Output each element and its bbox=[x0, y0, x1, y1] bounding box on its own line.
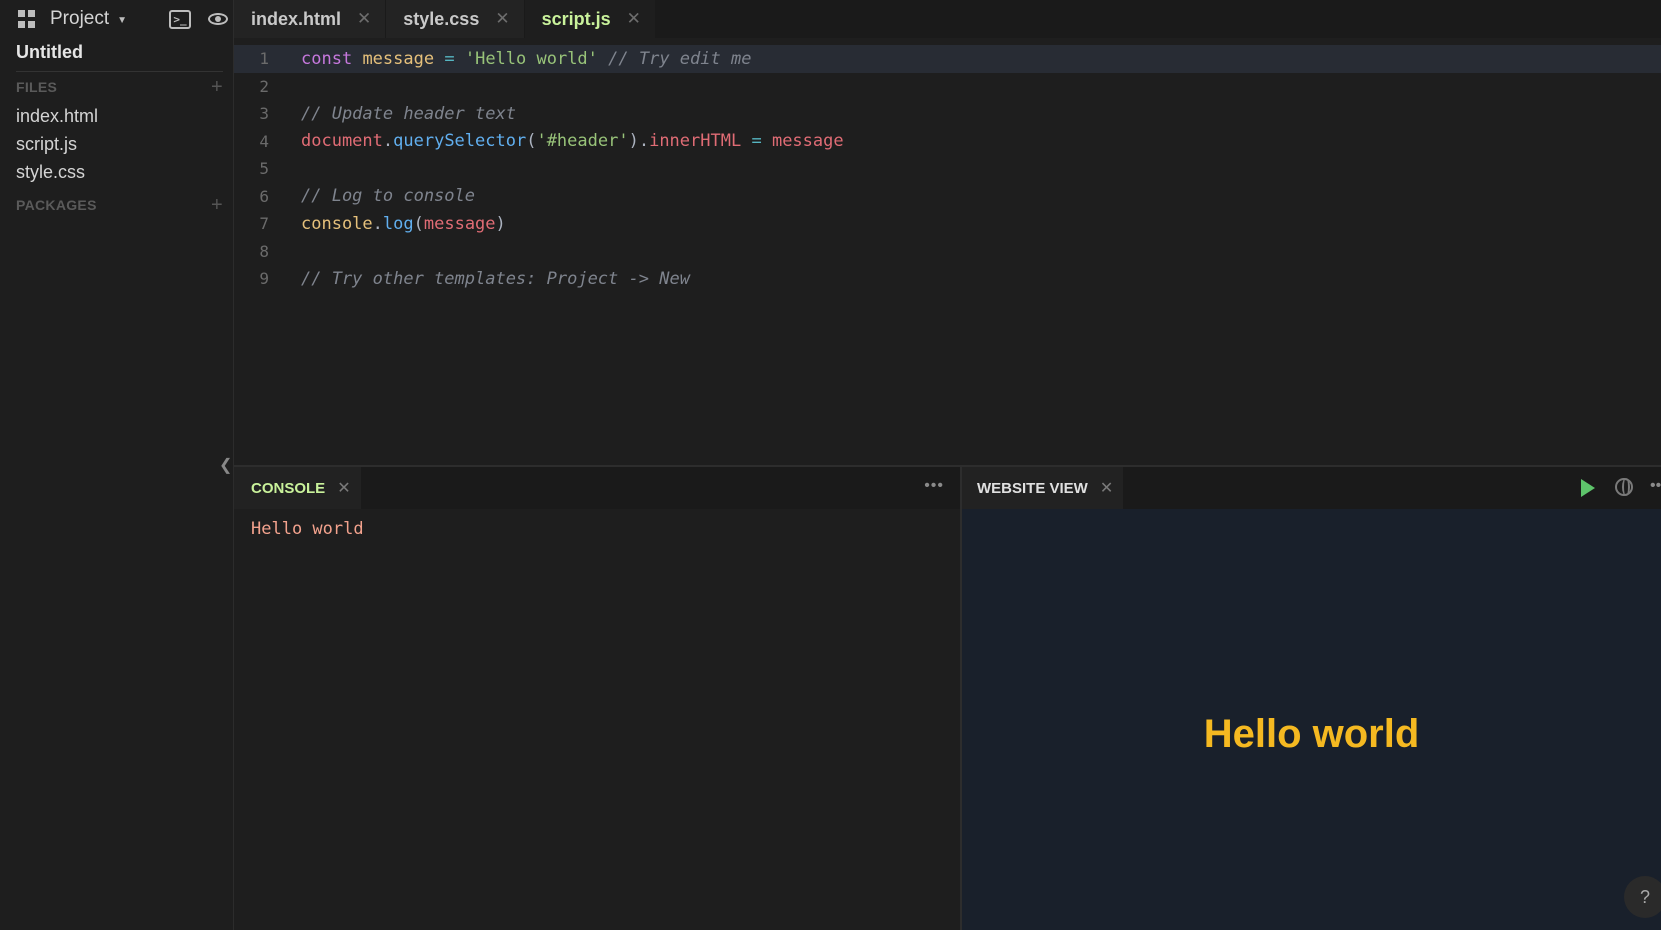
tab-script-js[interactable]: script.js ✕ bbox=[524, 0, 656, 38]
sidebar-toolbar: Project ▼ >_ bbox=[0, 0, 233, 38]
code-text: const message = 'Hello world' // Try edi… bbox=[301, 49, 751, 69]
add-package-icon[interactable]: + bbox=[211, 194, 223, 217]
tab-label: script.js bbox=[541, 8, 611, 29]
caret-down-icon[interactable]: ▼ bbox=[117, 15, 127, 26]
code-line[interactable]: 7 console.log(message) bbox=[234, 210, 1661, 238]
line-number: 3 bbox=[259, 104, 269, 124]
globe-icon[interactable] bbox=[1615, 478, 1633, 496]
line-number: 5 bbox=[259, 159, 269, 179]
website-view-tab-label: WEBSITE VIEW bbox=[977, 479, 1088, 497]
code-token: // Try other templates: Project -> New bbox=[301, 268, 690, 289]
play-icon[interactable] bbox=[1581, 479, 1595, 497]
apps-grid-icon[interactable] bbox=[18, 10, 36, 28]
code-token: message bbox=[423, 213, 496, 234]
code-token: innerHTML bbox=[649, 131, 742, 152]
code-text: // Try other templates: Project -> New bbox=[301, 269, 690, 289]
code-editor[interactable]: 1 const message = 'Hello world' // Try e… bbox=[234, 38, 1661, 466]
code-token: = bbox=[751, 131, 762, 152]
files-heading: FILES bbox=[16, 79, 58, 95]
line-number: 9 bbox=[259, 269, 269, 289]
website-view-panel-bar: WEBSITE VIEW ✕ ••• bbox=[962, 467, 1661, 509]
editor-tab-bar: index.html ✕ style.css ✕ script.js ✕ bbox=[234, 0, 1661, 38]
code-text: // Update header text bbox=[301, 104, 516, 124]
code-token: log bbox=[382, 213, 414, 234]
code-line[interactable]: 5 bbox=[234, 155, 1661, 183]
code-token: 'Hello world' bbox=[464, 48, 598, 69]
code-line[interactable]: 2 bbox=[234, 73, 1661, 101]
more-options-icon[interactable]: ••• bbox=[924, 477, 944, 495]
tab-website-view[interactable]: WEBSITE VIEW ✕ bbox=[962, 467, 1124, 509]
code-token: // Try edit me bbox=[608, 48, 752, 69]
sidebar: Project ▼ >_ Untitled FILES + index.html… bbox=[0, 0, 234, 930]
code-line[interactable]: 6 // Log to console bbox=[234, 183, 1661, 211]
code-token: const bbox=[301, 48, 353, 69]
code-token: . bbox=[382, 131, 394, 152]
code-line[interactable]: 1 const message = 'Hello world' // Try e… bbox=[234, 45, 1661, 73]
line-number: 7 bbox=[259, 214, 269, 234]
eye-icon[interactable] bbox=[208, 9, 229, 29]
project-menu-button[interactable]: Project bbox=[50, 8, 109, 30]
code-token: ( bbox=[413, 213, 424, 234]
collapse-sidebar-icon[interactable]: ❮ bbox=[219, 455, 232, 475]
close-icon[interactable]: ✕ bbox=[495, 9, 509, 29]
code-token: = bbox=[444, 48, 455, 69]
console-panel-bar: CONSOLE ✕ ••• bbox=[234, 467, 960, 509]
console-tab-label: CONSOLE bbox=[251, 479, 326, 497]
console-panel: CONSOLE ✕ ••• Hello world bbox=[234, 467, 960, 930]
line-number: 1 bbox=[259, 49, 269, 69]
code-token: ) bbox=[628, 131, 639, 152]
close-icon[interactable]: ✕ bbox=[1100, 478, 1113, 498]
file-item-index-html[interactable]: index.html bbox=[0, 102, 233, 130]
code-token: ( bbox=[526, 131, 537, 152]
line-number: 4 bbox=[259, 131, 269, 151]
code-text: // Log to console bbox=[301, 186, 475, 206]
code-token: document bbox=[301, 131, 383, 152]
code-token: . bbox=[638, 131, 650, 152]
terminal-icon[interactable]: >_ bbox=[169, 9, 192, 29]
tab-label: style.css bbox=[403, 8, 480, 29]
code-line[interactable]: 8 bbox=[234, 238, 1661, 266]
line-number: 2 bbox=[259, 76, 269, 96]
code-line[interactable]: 4 document.querySelector('#header').inne… bbox=[234, 128, 1661, 156]
tab-index-html[interactable]: index.html ✕ bbox=[234, 0, 387, 38]
code-token: // Log to console bbox=[301, 186, 475, 207]
line-number: 6 bbox=[259, 186, 269, 206]
code-token: message bbox=[362, 48, 435, 69]
console-output: Hello world bbox=[251, 519, 364, 539]
code-token: // Update header text bbox=[301, 103, 516, 124]
close-icon[interactable]: ✕ bbox=[337, 478, 350, 498]
code-token: . bbox=[372, 213, 383, 234]
code-text: console.log(message) bbox=[301, 214, 506, 234]
code-line[interactable]: 3 // Update header text bbox=[234, 100, 1661, 128]
close-icon[interactable]: ✕ bbox=[627, 9, 641, 29]
packages-section-header: PACKAGES + bbox=[0, 190, 233, 220]
tab-console[interactable]: CONSOLE ✕ bbox=[234, 467, 361, 509]
code-text: document.querySelector('#header').innerH… bbox=[301, 131, 844, 151]
website-view-panel: WEBSITE VIEW ✕ ••• Hello world bbox=[962, 467, 1661, 930]
code-token: console bbox=[301, 213, 373, 234]
file-item-style-css[interactable]: style.css bbox=[0, 158, 233, 186]
project-title[interactable]: Untitled bbox=[0, 38, 233, 71]
line-number: 8 bbox=[259, 241, 269, 261]
packages-heading: PACKAGES bbox=[16, 197, 97, 213]
code-token: ) bbox=[495, 213, 506, 234]
help-button[interactable]: ? bbox=[1624, 876, 1661, 918]
tab-label: index.html bbox=[251, 8, 342, 29]
tab-style-css[interactable]: style.css ✕ bbox=[386, 0, 525, 38]
add-file-icon[interactable]: + bbox=[211, 76, 223, 99]
close-icon[interactable]: ✕ bbox=[357, 9, 371, 29]
code-token: message bbox=[771, 131, 844, 152]
preview-header: Hello world bbox=[1203, 712, 1420, 756]
file-item-script-js[interactable]: script.js bbox=[0, 130, 233, 158]
code-line[interactable]: 9 // Try other templates: Project -> New bbox=[234, 265, 1661, 293]
files-section-header: FILES + bbox=[0, 72, 233, 102]
code-token: '#header' bbox=[536, 131, 629, 152]
code-token: querySelector bbox=[393, 131, 527, 152]
more-options-icon[interactable]: ••• bbox=[1650, 477, 1661, 495]
